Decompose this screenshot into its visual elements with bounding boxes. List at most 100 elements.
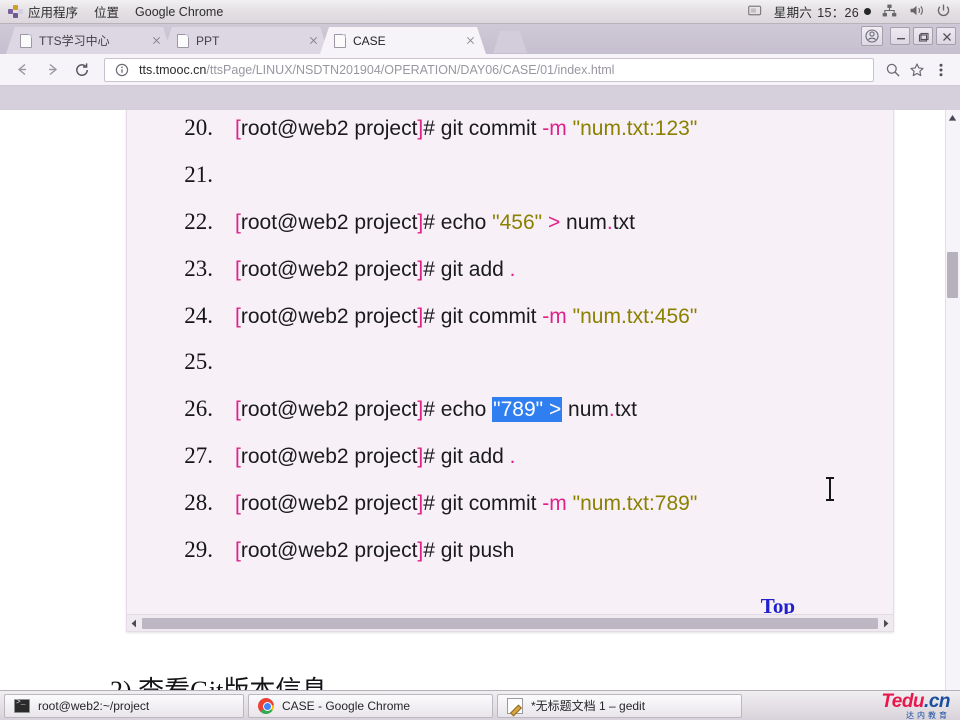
code-line-number: 25. xyxy=(184,349,213,375)
code-token: txt xyxy=(614,398,637,422)
address-bar[interactable]: tts.tmooc.cn/ttsPage/LINUX/NSDTN201904/O… xyxy=(104,57,874,82)
code-line-text: [root@web2 project]# git push xyxy=(235,539,514,563)
back-button[interactable] xyxy=(8,56,36,84)
new-tab-button[interactable] xyxy=(493,31,527,53)
code-token: "num.txt:123" xyxy=(572,117,698,140)
code-token: txt xyxy=(612,210,635,234)
code-token: > xyxy=(547,210,561,234)
tab-close-icon[interactable] xyxy=(150,34,164,48)
selected-text: "789" > xyxy=(492,397,563,423)
applications-menu[interactable]: 应用程序 xyxy=(0,1,86,23)
search-zoom-icon[interactable] xyxy=(882,59,904,81)
horizontal-scroll-thumb[interactable] xyxy=(142,617,878,629)
code-token: # git commit xyxy=(423,117,543,140)
code-line-number: 28. xyxy=(184,490,213,516)
taskbar-item-gedit[interactable]: *无标题文档 1 – gedit xyxy=(497,693,742,718)
screencast-icon[interactable] xyxy=(747,2,764,22)
browser-toolbar: tts.tmooc.cn/ttsPage/LINUX/NSDTN201904/O… xyxy=(0,54,960,86)
gnome-top-panel: 应用程序 位置 Google Chrome 星期六 15：26 xyxy=(0,0,960,24)
code-line-text: [root@web2 project]# git add . xyxy=(235,445,516,469)
tab-close-icon[interactable] xyxy=(307,34,321,48)
power-icon[interactable] xyxy=(935,2,952,22)
clock[interactable]: 星期六 15：26 xyxy=(774,2,871,21)
window-close-button[interactable] xyxy=(936,27,956,45)
tab-title: PPT xyxy=(196,33,220,48)
page-favicon xyxy=(20,33,32,48)
code-token: root@web2 project xyxy=(240,398,418,422)
taskbar-item-label: *无标题文档 1 – gedit xyxy=(531,699,646,713)
places-menu[interactable]: 位置 xyxy=(86,1,127,23)
code-line: 23. [root@web2 project]# git add . xyxy=(127,256,893,303)
code-token: # git commit xyxy=(423,304,543,328)
browser-tab-1[interactable]: PPT xyxy=(163,27,329,54)
address-bar-url: tts.tmooc.cn/ttsPage/LINUX/NSDTN201904/O… xyxy=(139,63,614,77)
code-line-number: 23. xyxy=(184,255,213,281)
clock-time: 15：26 xyxy=(817,6,859,20)
active-app-menu[interactable]: Google Chrome xyxy=(127,1,231,23)
browser-tab-2-active[interactable]: CASE xyxy=(320,27,486,54)
page-scrollbar-track[interactable] xyxy=(945,110,960,714)
code-token: root@web2 project xyxy=(240,257,418,281)
tab-title: TTS学习中心 xyxy=(39,34,110,48)
taskbar-item-terminal[interactable]: root@web2:~/project xyxy=(4,693,244,718)
code-line-number: 20. xyxy=(184,115,213,140)
code-line-text: [root@web2 project]# git add . xyxy=(235,258,516,282)
code-line-number: 22. xyxy=(184,208,213,234)
window-maximize-button[interactable] xyxy=(913,27,933,45)
code-token: "num.txt:789" xyxy=(572,492,698,516)
code-horizontal-scrollbar[interactable] xyxy=(127,614,893,631)
window-minimize-button[interactable] xyxy=(890,27,910,45)
info-circle-icon[interactable] xyxy=(111,59,133,81)
code-token: "num.txt:456" xyxy=(572,304,698,328)
code-line: 26. [root@web2 project]# echo "789" > num… xyxy=(127,396,893,443)
reload-button[interactable] xyxy=(68,56,96,84)
code-line-number: 29. xyxy=(184,537,213,563)
text-cursor-icon xyxy=(826,477,834,501)
three-dots-menu-icon[interactable] xyxy=(930,59,952,81)
code-line-text: [root@web2 project]# echo "789" > num.tx… xyxy=(235,397,637,423)
browser-tab-0[interactable]: TTS学习中心 xyxy=(6,27,172,54)
profile-avatar-icon[interactable] xyxy=(861,26,883,46)
panel-status-group: 星期六 15：26 xyxy=(747,2,960,22)
taskbar-item-label: CASE - Google Chrome xyxy=(282,698,411,713)
code-token: # echo xyxy=(423,398,493,422)
code-token: num xyxy=(562,398,609,422)
star-icon[interactable] xyxy=(906,59,928,81)
volume-icon[interactable] xyxy=(908,2,925,22)
page-favicon xyxy=(177,33,189,48)
code-token: # git add xyxy=(423,257,510,281)
code-line: 25. xyxy=(127,349,893,396)
code-block-card[interactable]: 20. [root@web2 project]# git commit -m "n… xyxy=(126,110,894,632)
code-line: 28. [root@web2 project]# git commit -m "n… xyxy=(127,490,893,537)
tab-strip: TTS学习中心 PPT CASE xyxy=(0,24,960,54)
code-line-number: 24. xyxy=(184,302,213,328)
places-menu-label: 位置 xyxy=(94,6,120,20)
page-scroll-thumb[interactable] xyxy=(947,252,958,298)
network-icon[interactable] xyxy=(881,2,898,22)
url-path: /ttsPage/LINUX/NSDTN201904/OPERATION/DAY… xyxy=(206,62,615,77)
tedu-logo-tld: .cn xyxy=(924,690,950,712)
recording-dot-icon xyxy=(864,8,871,15)
tab-title: CASE xyxy=(353,33,386,48)
tedu-logo-subtitle: 达内教育 xyxy=(906,710,950,720)
applications-menu-label: 应用程序 xyxy=(28,6,79,20)
scroll-left-arrow-icon[interactable] xyxy=(127,616,141,631)
scroll-right-arrow-icon[interactable] xyxy=(879,616,893,631)
code-token: num xyxy=(560,210,607,234)
code-line: 29. [root@web2 project]# git push xyxy=(127,537,893,584)
terminal-icon xyxy=(14,698,30,713)
code-line-text: [root@web2 project]# git commit -m "num.… xyxy=(235,305,697,329)
scroll-up-arrow-icon[interactable] xyxy=(947,112,958,124)
code-token: root@web2 project xyxy=(240,539,418,563)
taskbar-item-chrome[interactable]: CASE - Google Chrome xyxy=(248,693,493,718)
url-host: tts.tmooc.cn xyxy=(139,62,207,77)
code-line-text: [root@web2 project]# echo "456" > num.tx… xyxy=(235,211,635,235)
taskbar-item-label: root@web2:~/project xyxy=(38,698,150,713)
code-token: root@web2 project xyxy=(240,117,418,140)
forward-button[interactable] xyxy=(38,56,66,84)
code-token: # git push xyxy=(423,539,515,563)
active-app-label: Google Chrome xyxy=(135,4,224,19)
code-line-number: 26. xyxy=(184,396,213,422)
panel-menu-group: 应用程序 位置 Google Chrome xyxy=(0,1,231,23)
tab-close-icon[interactable] xyxy=(464,34,478,48)
